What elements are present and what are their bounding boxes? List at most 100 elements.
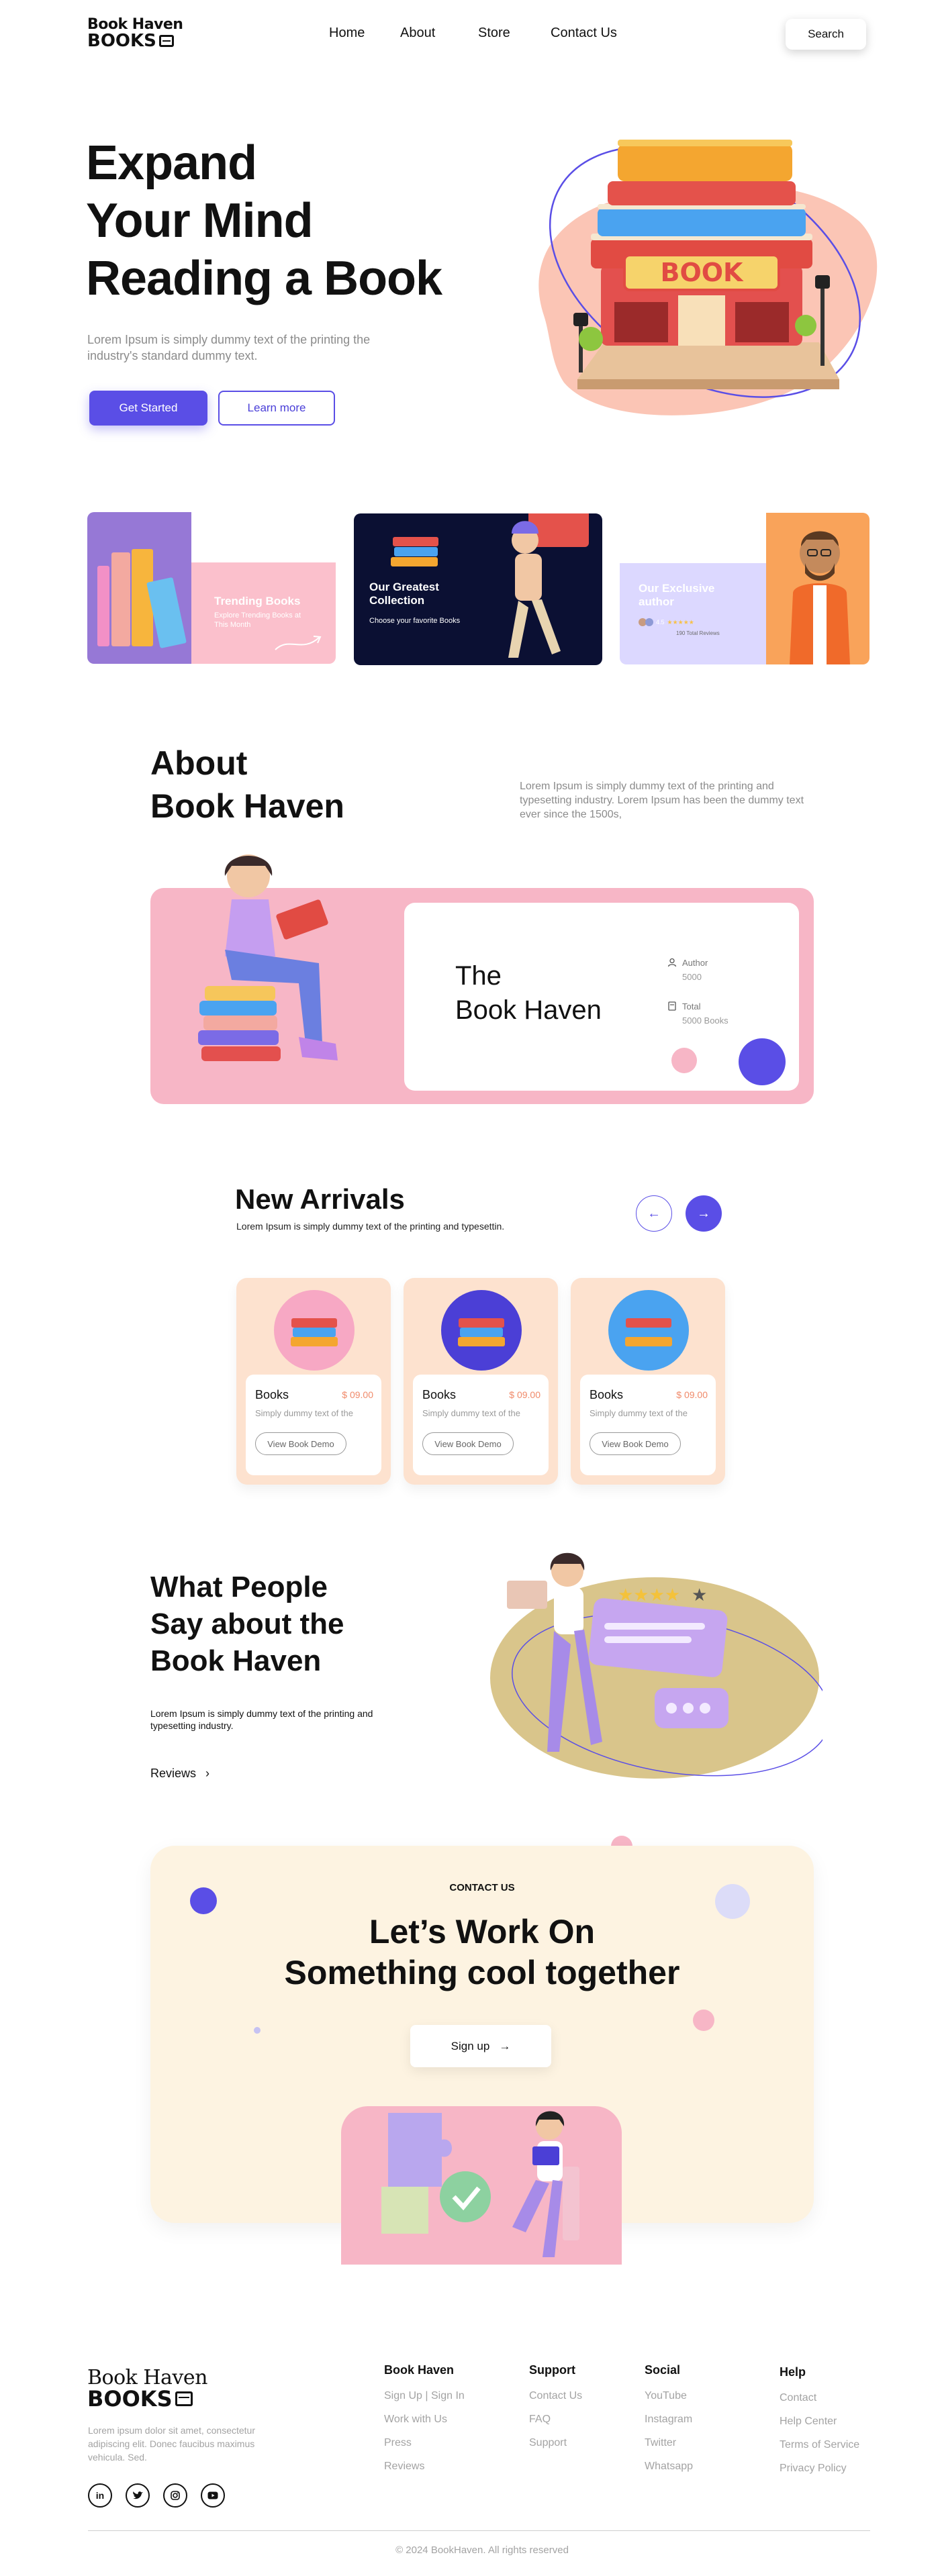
feature-subtitle: Explore Trending Books at This Month (214, 611, 301, 629)
feature-card-collection[interactable]: Our Greatest Collection Choose your favo… (354, 513, 602, 665)
author-image (766, 513, 869, 664)
footer-link[interactable]: Terms of Service (780, 2439, 859, 2451)
feature-title: Our Greatest Collection (369, 581, 439, 607)
about-info-panel: The Book Haven Author 5000 Total 5000 Bo… (404, 903, 799, 1091)
arrival-image (608, 1290, 689, 1371)
arrival-card[interactable]: Books $ 09.00 Simply dummy text of the V… (571, 1278, 725, 1485)
stat-value: 5000 Books (682, 1015, 728, 1026)
learn-more-button[interactable]: Learn more (218, 391, 335, 426)
book-stack-icon (391, 537, 438, 566)
nav-store[interactable]: Store (478, 26, 510, 41)
linkedin-icon[interactable]: in (88, 2483, 112, 2508)
arrival-desc: Simply dummy text of the (422, 1408, 520, 1418)
footer-logo[interactable]: Book Haven BOOKS (87, 2368, 207, 2410)
footer-col-social: Social YouTube Instagram Twitter Whatsap… (645, 2363, 693, 2473)
view-book-demo-button[interactable]: View Book Demo (422, 1432, 514, 1455)
search-button[interactable]: Search (786, 19, 866, 50)
view-book-demo-button[interactable]: View Book Demo (590, 1432, 681, 1455)
arrow-left-icon: ← (647, 1205, 661, 1221)
arrivals-prev-button[interactable]: ← (636, 1195, 672, 1232)
get-started-button[interactable]: Get Started (89, 391, 207, 426)
about-title-line: About (150, 744, 248, 782)
footer-link[interactable]: Instagram (645, 2414, 693, 2426)
arrival-price: $ 09.00 (676, 1389, 708, 1400)
footer-link[interactable]: YouTube (645, 2390, 693, 2402)
footer-logo-line2: BOOKS (87, 2386, 173, 2412)
footer-link[interactable]: Privacy Policy (780, 2463, 859, 2475)
footer-link[interactable]: Help Center (780, 2416, 859, 2428)
feature-card-author[interactable]: Our Exclusive author 4.5 ★★★★★ 190 Total… (620, 513, 869, 664)
footer-about: Lorem ipsum dolor sit amet, consectetur … (88, 2425, 255, 2463)
about-title-line: Book Haven (150, 787, 344, 825)
chevron-right-icon: › (205, 1767, 210, 1780)
footer-col-bookhaven: Book Haven Sign Up | Sign In Work with U… (384, 2363, 465, 2473)
footer-col-help: Help Contact Help Center Terms of Servic… (780, 2365, 859, 2475)
stat-value: 5000 (682, 972, 702, 982)
reviews-count: 190 Total Reviews (676, 630, 720, 636)
stat-author: Author 5000 (667, 958, 708, 982)
about-card-title-line: The (455, 961, 502, 991)
footer-logo-line1: Book Haven (87, 2366, 207, 2389)
logo[interactable]: Book Haven BOOKS (87, 17, 183, 50)
decor-dot-pink (671, 1048, 697, 1073)
hero-subtitle: Lorem Ipsum is simply dummy text of the … (87, 333, 371, 362)
sign-up-label: Sign up (451, 2039, 490, 2052)
footer-link[interactable]: Press (384, 2437, 465, 2449)
footer-col-title: Book Haven (384, 2363, 455, 2377)
footer-link[interactable]: Sign Up | Sign In (384, 2390, 465, 2402)
footer-link[interactable]: Support (529, 2437, 582, 2449)
feature-card-trending[interactable]: Trending Books Explore Trending Books at… (87, 512, 336, 664)
footer-link[interactable]: Contact Us (529, 2390, 582, 2402)
testimonials-title: What People Say about the Book Haven (150, 1569, 344, 1679)
decor-dot-small (254, 2027, 261, 2034)
footer-divider (88, 2530, 870, 2531)
twitter-icon[interactable] (126, 2483, 150, 2508)
arrow-right-icon: → (499, 2039, 511, 2052)
footer-link[interactable]: FAQ (529, 2414, 582, 2426)
arrival-card[interactable]: Books $ 09.00 Simply dummy text of the V… (236, 1278, 391, 1485)
stat-label: Author (682, 958, 708, 968)
squiggle-arrow-icon (275, 636, 322, 650)
avatar (645, 618, 653, 626)
arrivals-subtitle: Lorem Ipsum is simply dummy text of the … (236, 1221, 505, 1232)
arrival-desc: Simply dummy text of the (255, 1408, 353, 1418)
arrival-card[interactable]: Books $ 09.00 Simply dummy text of the V… (404, 1278, 558, 1485)
copyright: © 2024 BookHaven. All rights reserved (395, 2544, 569, 2556)
book-stack-icon (291, 1318, 338, 1346)
footer-link[interactable]: Whatsapp (645, 2461, 693, 2473)
arrow-right-icon: → (697, 1205, 710, 1221)
book-icon (158, 35, 174, 47)
trending-books-image (87, 512, 191, 664)
footer-col-title: Social (645, 2363, 681, 2377)
user-icon (667, 958, 677, 967)
sign-up-button[interactable]: Sign up → (410, 2025, 551, 2067)
contact-title-line: Let’s Work On (369, 1913, 596, 1950)
footer-col-title: Support (529, 2363, 575, 2377)
arrival-desc: Simply dummy text of the (590, 1408, 688, 1418)
contact-title: Let’s Work On Something cool together (0, 1912, 940, 1993)
nav-home[interactable]: Home (329, 26, 365, 41)
about-card-title-line: Book Haven (455, 995, 602, 1025)
view-book-demo-button[interactable]: View Book Demo (255, 1432, 346, 1455)
footer-link[interactable]: Reviews (384, 2461, 465, 2473)
book-icon (175, 2391, 193, 2406)
arrivals-next-button[interactable]: → (686, 1195, 722, 1232)
svg-text:★: ★ (692, 1585, 707, 1605)
testimonials-text: Lorem Ipsum is simply dummy text of the … (150, 1708, 373, 1731)
contact-title-line: Something cool together (284, 1954, 680, 1991)
instagram-icon[interactable] (163, 2483, 187, 2508)
nav-about[interactable]: About (400, 26, 435, 41)
youtube-icon[interactable] (201, 2483, 225, 2508)
footer-link[interactable]: Work with Us (384, 2414, 465, 2426)
decor-dot-purple (739, 1038, 786, 1085)
hero-title-line: Expand (86, 136, 257, 190)
logo-line2: BOOKS (87, 31, 156, 51)
nav-contact[interactable]: Contact Us (551, 26, 617, 41)
feature-title: Our Exclusive author (639, 582, 715, 608)
footer-link[interactable]: Contact (780, 2392, 859, 2404)
rating-value: 4.5 (656, 619, 665, 626)
reviews-link[interactable]: Reviews › (150, 1767, 209, 1781)
book-stack-icon (625, 1318, 672, 1346)
footer-link[interactable]: Twitter (645, 2437, 693, 2449)
author-avatar-illustration (790, 531, 850, 664)
